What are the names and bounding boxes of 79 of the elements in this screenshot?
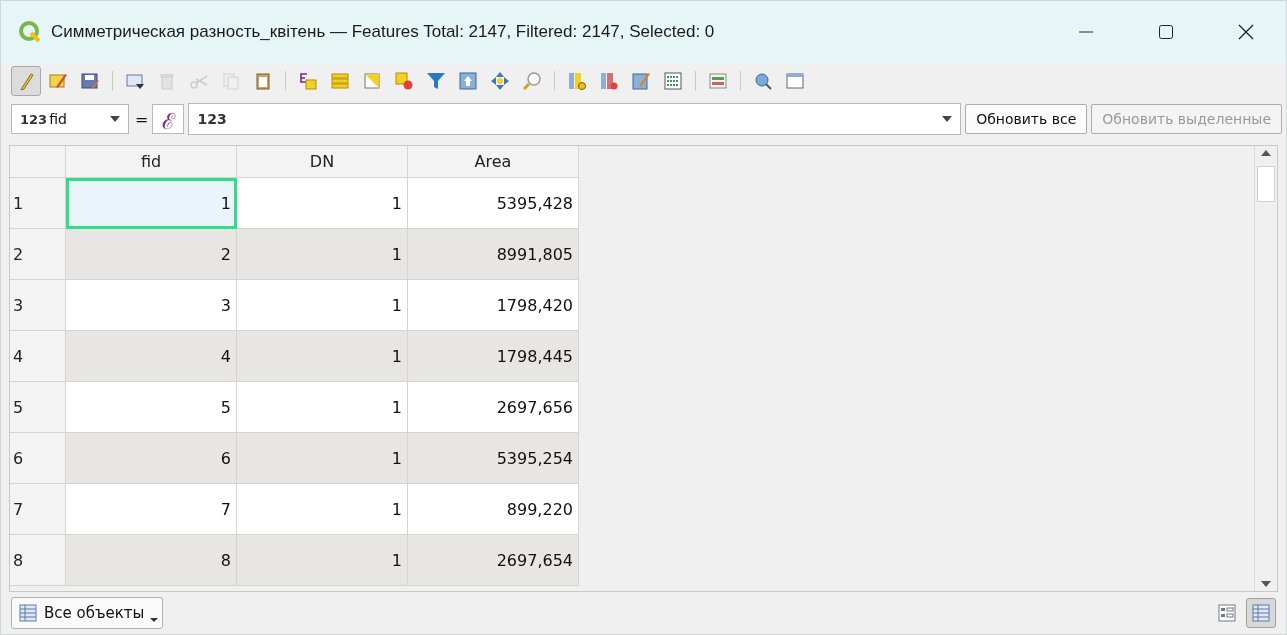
form-view-icon [708, 71, 728, 91]
row-header[interactable]: 6 [10, 433, 66, 484]
scrollbar[interactable] [1254, 146, 1277, 591]
table-cell[interactable]: 1798,445 [408, 331, 579, 382]
caret-icon [150, 618, 159, 622]
maximize-icon [1158, 24, 1174, 40]
table-cell[interactable]: 1 [66, 178, 237, 229]
table-cell[interactable]: 1 [237, 484, 408, 535]
row-header[interactable]: 5 [10, 382, 66, 433]
table-cell[interactable]: 5395,254 [408, 433, 579, 484]
deselect-icon [394, 71, 414, 91]
expression-select-icon [298, 71, 318, 91]
trash-icon [157, 71, 177, 91]
dock-window-icon [785, 71, 805, 91]
field-calculator-icon [631, 71, 651, 91]
table-cell[interactable]: 5395,428 [408, 178, 579, 229]
table-icon [1251, 603, 1271, 623]
filter-icon [426, 71, 446, 91]
column-header[interactable]: DN [237, 146, 408, 178]
table-pencil-icon [48, 71, 68, 91]
update-all-button[interactable]: Обновить все [965, 104, 1088, 134]
copy-icon [221, 71, 241, 91]
move-to-top-icon [458, 71, 478, 91]
show-features-button[interactable]: Все объекты [11, 597, 164, 629]
minimize-icon [1078, 31, 1094, 33]
toolbar-button[interactable] [11, 66, 41, 96]
clipboard-icon [253, 71, 273, 91]
invert-selection-icon [362, 71, 382, 91]
scrollbar-thumb[interactable] [1257, 166, 1275, 202]
table-cell[interactable]: 1 [237, 229, 408, 280]
app-logo-icon [19, 21, 41, 43]
table-cell[interactable]: 8991,805 [408, 229, 579, 280]
table-icon [18, 603, 38, 623]
table-cell[interactable]: 1798,420 [408, 280, 579, 331]
table-cell[interactable]: 5 [66, 382, 237, 433]
caret-icon [942, 116, 953, 122]
remove-column-icon [599, 71, 619, 91]
scroll-up-icon[interactable] [1261, 150, 1271, 156]
stacked-bars-icon [330, 71, 350, 91]
row-header[interactable]: 3 [10, 280, 66, 331]
table-cell[interactable]: 6 [66, 433, 237, 484]
form-icon [1217, 603, 1237, 623]
table-cell[interactable]: 899,220 [408, 484, 579, 535]
table-view-button[interactable] [1246, 598, 1276, 628]
pan-arrows-icon [490, 71, 510, 91]
field-dropdown[interactable]: 123 fid [11, 104, 129, 134]
close-icon [1238, 24, 1254, 40]
table-cell[interactable]: 7 [66, 484, 237, 535]
table-cell[interactable]: 1 [237, 433, 408, 484]
row-header[interactable]: 1 [10, 178, 66, 229]
operator-label: = [135, 109, 149, 129]
abacus-icon [663, 71, 683, 91]
table-cell[interactable]: 1 [237, 382, 408, 433]
row-header[interactable]: 2 [10, 229, 66, 280]
row-header[interactable]: 8 [10, 535, 66, 586]
row-header[interactable]: 7 [10, 484, 66, 535]
zoom-icon [522, 71, 542, 91]
table-cell[interactable]: 2697,656 [408, 382, 579, 433]
table-cell[interactable]: 2 [66, 229, 237, 280]
save-icon [80, 71, 100, 91]
table-cell[interactable]: 3 [66, 280, 237, 331]
column-header[interactable]: Area [408, 146, 579, 178]
table-add-icon [125, 71, 145, 91]
add-column-icon [567, 71, 587, 91]
table-cell[interactable]: 1 [237, 535, 408, 586]
table-cell[interactable]: 4 [66, 331, 237, 382]
zoom-to-feature-icon [753, 71, 773, 91]
table-cell[interactable]: 2697,654 [408, 535, 579, 586]
row-header[interactable]: 4 [10, 331, 66, 382]
expression-button[interactable]: ℰ [152, 104, 185, 134]
value-field[interactable]: 123 [188, 103, 962, 135]
table-cell[interactable]: 1 [237, 280, 408, 331]
scroll-down-icon[interactable] [1261, 581, 1271, 587]
caret-icon [110, 116, 120, 122]
table-cell[interactable]: 1 [237, 178, 408, 229]
column-header[interactable]: fid [66, 146, 237, 178]
table-cell[interactable]: 8 [66, 535, 237, 586]
table-cell[interactable]: 1 [237, 331, 408, 382]
window-title: Симметрическая разность_квітень — Features Total: 2147, Filtered: 2147, Selected: 0 [51, 22, 716, 42]
